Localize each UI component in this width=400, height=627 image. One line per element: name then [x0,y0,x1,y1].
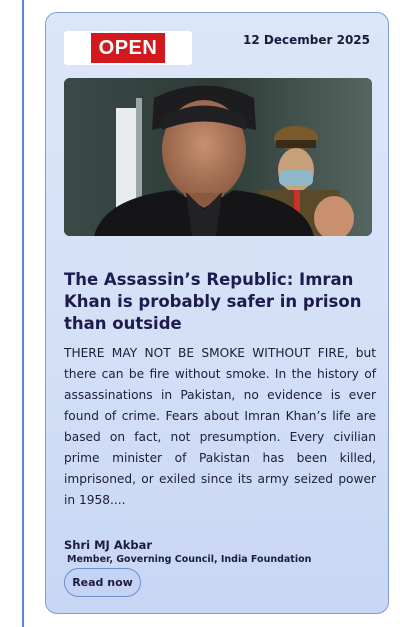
page-left-rule [22,0,24,627]
publication-logo-text: OPEN [90,33,166,63]
read-now-button[interactable]: Read now [64,568,141,597]
article-photo[interactable] [64,78,372,236]
author-role: Member, Governing Council, India Foundat… [67,554,312,565]
publication-logo: OPEN [64,31,192,65]
article-card: OPEN 12 December 2025 The Assassin’s Rep… [45,12,389,614]
article-date: 12 December 2025 [243,33,370,47]
article-excerpt: THERE MAY NOT BE SMOKE WITHOUT FIRE, but… [64,346,376,507]
author-name: Shri MJ Akbar [64,538,153,552]
article-photo-image [64,78,372,236]
article-title[interactable]: The Assassin’s Republic: Imran Khan is p… [64,269,376,335]
